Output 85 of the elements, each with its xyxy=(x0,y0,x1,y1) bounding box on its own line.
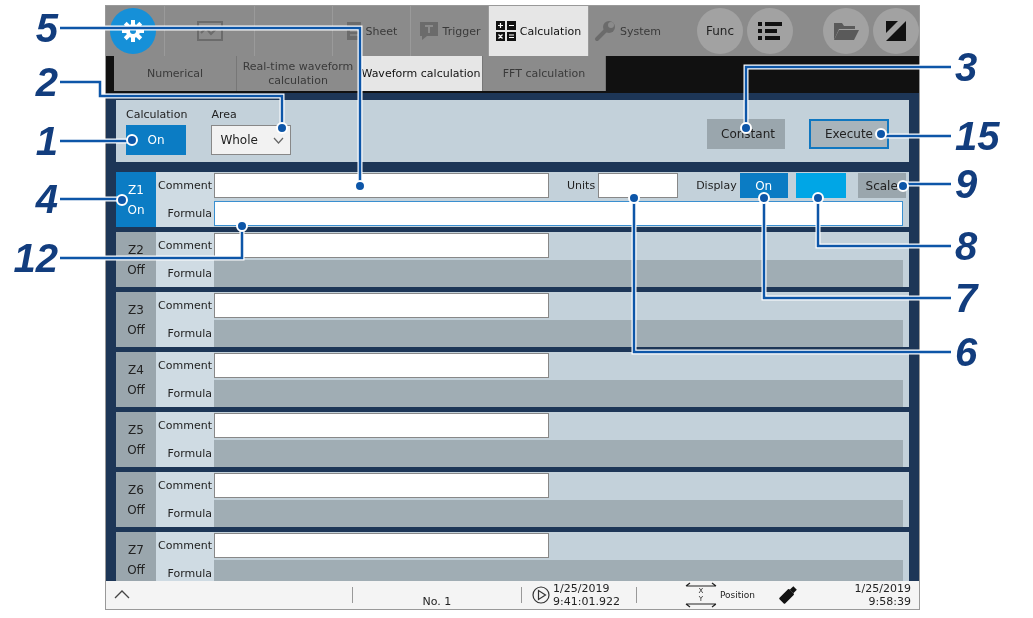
area-label: Area xyxy=(211,108,238,121)
execute-button[interactable]: Execute xyxy=(809,119,889,149)
sub-tab[interactable]: FFT calculation xyxy=(483,56,606,91)
callout-number: 1 xyxy=(35,121,58,161)
callout-number: 12 xyxy=(13,238,58,278)
comment-label: Comment xyxy=(156,472,214,500)
comment-field[interactable] xyxy=(214,173,549,199)
speech-bubble-icon xyxy=(418,21,439,41)
channel-toggle[interactable]: Z3 Off xyxy=(116,292,156,347)
callout-number: 5 xyxy=(35,8,58,48)
file-number: No. 1 xyxy=(422,595,452,608)
formula-field[interactable] xyxy=(214,200,903,226)
trigger-date: 1/25/2019 xyxy=(553,582,611,595)
callout-number: 9 xyxy=(955,164,978,204)
calculation-label: Calculation xyxy=(126,108,188,121)
play-icon xyxy=(532,586,550,604)
calculation-toggle[interactable]: On xyxy=(126,125,186,155)
formula-field[interactable] xyxy=(214,559,903,581)
trigger-time: 9:41:01.922 xyxy=(553,595,620,608)
list-icon xyxy=(758,21,782,41)
callout-number: 6 xyxy=(955,332,978,372)
comment-label: Comment xyxy=(156,352,214,380)
chevron-down-icon xyxy=(273,136,285,144)
current-time: 9:58:39 xyxy=(868,595,911,608)
comment-field[interactable] xyxy=(214,353,549,379)
callout-number: 4 xyxy=(35,179,58,219)
chevron-up-icon[interactable] xyxy=(114,588,130,599)
channel-toggle[interactable]: Z4 Off xyxy=(116,352,156,407)
callout-number: 8 xyxy=(955,226,978,266)
usb-drive-icon xyxy=(777,584,800,606)
formula-field[interactable] xyxy=(214,259,903,287)
comment-field[interactable] xyxy=(214,233,549,259)
scale-button[interactable]: Scale xyxy=(857,173,906,199)
func-button[interactable]: Func xyxy=(697,8,743,54)
formula-label: Formula xyxy=(156,379,214,407)
resize-button[interactable] xyxy=(873,8,919,54)
display-toggle[interactable]: On xyxy=(739,173,788,199)
formula-field[interactable] xyxy=(214,379,903,407)
callout-number: 2 xyxy=(35,62,58,102)
sub-tab[interactable]: Real-time waveform calculation xyxy=(237,56,360,91)
display-label: Display xyxy=(696,179,737,193)
units-label: Units xyxy=(567,179,596,193)
comment-label: Comment xyxy=(156,532,214,560)
position-label: Position xyxy=(720,590,756,600)
formula-label: Formula xyxy=(156,439,214,467)
callout-number: 7 xyxy=(955,278,978,318)
constant-button[interactable]: Constant xyxy=(707,119,785,149)
sub-tab[interactable]: Waveform calculation xyxy=(360,56,483,91)
comment-field[interactable] xyxy=(214,533,549,559)
leader-line xyxy=(60,194,128,206)
callout-number: 3 xyxy=(955,47,978,87)
formula-label: Formula xyxy=(156,199,214,227)
color-swatch[interactable] xyxy=(795,173,846,199)
callout-number: 15 xyxy=(955,116,1000,156)
tab[interactable]: Calculation xyxy=(488,6,588,56)
formula-label: Formula xyxy=(156,319,214,347)
formula-label: Formula xyxy=(156,499,214,527)
units-field[interactable] xyxy=(598,173,679,199)
area-dropdown[interactable]: Whole xyxy=(211,125,292,155)
channel-toggle[interactable]: Z7 Off xyxy=(116,532,156,581)
comment-field[interactable] xyxy=(214,473,549,499)
channel-toggle[interactable]: Z1 On xyxy=(116,172,156,227)
comment-label: Comment xyxy=(156,412,214,440)
settings-icon xyxy=(120,18,146,44)
sub-tab[interactable]: Numerical xyxy=(114,56,237,91)
comment-field[interactable] xyxy=(214,413,549,439)
channel-toggle[interactable]: Z5 Off xyxy=(116,412,156,467)
arrow-icon xyxy=(685,582,717,587)
comment-label: Comment xyxy=(156,172,214,200)
calculator-icon xyxy=(495,21,516,41)
list-button[interactable] xyxy=(747,8,793,54)
diagonal-arrows-icon xyxy=(884,19,908,43)
current-date: 1/25/2019 xyxy=(854,582,911,595)
wrench-icon xyxy=(594,20,616,42)
formula-field[interactable] xyxy=(214,319,903,347)
channel-toggle[interactable]: Z6 Off xyxy=(116,472,156,527)
arrow-icon xyxy=(685,603,717,608)
comment-label: Comment xyxy=(156,292,214,320)
waveform-icon xyxy=(196,21,223,41)
formula-field[interactable] xyxy=(214,439,903,467)
formula-label: Formula xyxy=(156,559,214,581)
comment-field[interactable] xyxy=(214,293,549,319)
formula-field[interactable] xyxy=(214,499,903,527)
folder-icon xyxy=(833,21,859,41)
formula-label: Formula xyxy=(156,259,214,287)
